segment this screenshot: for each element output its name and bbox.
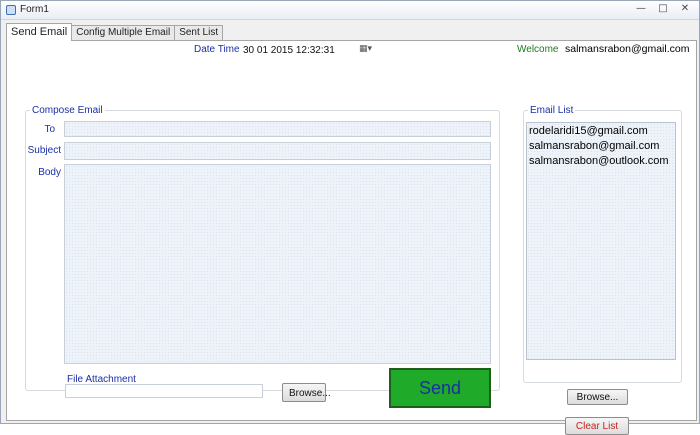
subject-label: Subject bbox=[27, 145, 61, 156]
app-icon bbox=[6, 5, 16, 15]
subject-field[interactable] bbox=[64, 142, 491, 160]
user-email: salmansrabon@gmail.com bbox=[565, 43, 690, 55]
list-item[interactable]: salmansrabon@outlook.com bbox=[529, 154, 673, 169]
datetime-picker[interactable]: 30 01 2015 12:32:31 bbox=[243, 45, 335, 56]
browse-attachment-button[interactable]: Browse... bbox=[282, 383, 331, 402]
to-label: To bbox=[44, 124, 55, 135]
tab-strip: Send Email Config Multiple Email Sent Li… bbox=[6, 23, 224, 41]
tab-config-multiple-email[interactable]: Config Multiple Email bbox=[71, 25, 176, 41]
email-listbox[interactable]: rodelaridi15@gmail.com salmansrabon@gmai… bbox=[526, 122, 676, 360]
tab-send-email[interactable]: Send Email bbox=[6, 23, 73, 41]
client-area: Send Email Config Multiple Email Sent Li… bbox=[2, 21, 699, 435]
to-field[interactable] bbox=[64, 121, 491, 137]
body-label: Body bbox=[38, 167, 61, 178]
window-title: Form1 bbox=[20, 4, 49, 15]
body-textarea[interactable] bbox=[64, 164, 491, 364]
send-email-page: Date Time 30 01 2015 12:32:31 ▦▾ Welcome… bbox=[6, 40, 697, 435]
compose-email-legend: Compose Email bbox=[32, 105, 103, 116]
title-bar[interactable]: Form1 — □ ✕ bbox=[1, 1, 699, 20]
window-controls: — □ ✕ bbox=[629, 2, 695, 16]
minimize-button[interactable]: — bbox=[631, 2, 651, 16]
main-window: Form1 — □ ✕ Send Email Config Multiple E… bbox=[0, 0, 700, 435]
send-button[interactable]: Send bbox=[389, 368, 491, 408]
list-item[interactable]: rodelaridi15@gmail.com bbox=[529, 124, 673, 139]
clear-list-button[interactable]: Clear List bbox=[565, 417, 629, 435]
email-list-legend: Email List bbox=[530, 105, 574, 116]
maximize-button[interactable]: □ bbox=[653, 2, 673, 16]
calendar-dropdown-icon[interactable]: ▦▾ bbox=[359, 44, 372, 54]
datetime-label: Date Time bbox=[194, 44, 240, 55]
attachment-path-field[interactable] bbox=[65, 384, 263, 398]
close-button[interactable]: ✕ bbox=[675, 2, 695, 16]
welcome-label: Welcome bbox=[517, 44, 559, 55]
tab-sent-list[interactable]: Sent List bbox=[174, 25, 224, 41]
list-item[interactable]: salmansrabon@gmail.com bbox=[529, 139, 673, 154]
browse-email-list-button[interactable]: Browse... bbox=[567, 389, 628, 405]
